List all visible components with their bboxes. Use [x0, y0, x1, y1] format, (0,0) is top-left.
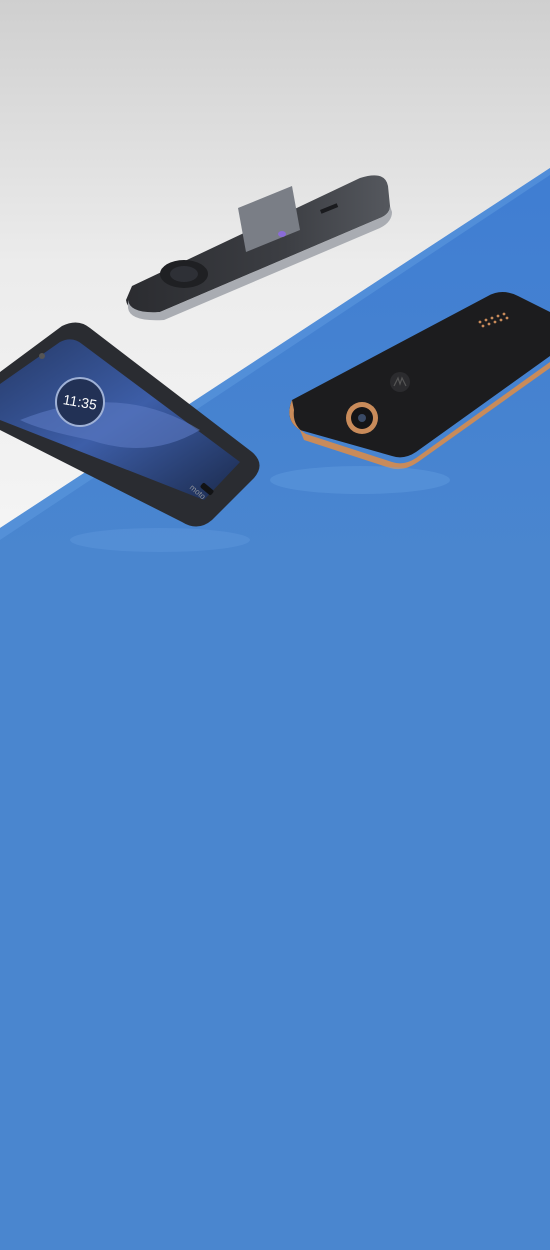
scene-artwork: 11:35 moto [0, 0, 550, 1250]
camera-lens-icon [346, 402, 378, 434]
projector-lens-icon [160, 260, 208, 288]
front-camera-icon [39, 353, 45, 359]
product-scene: 11:35 moto [0, 0, 550, 1250]
motorola-logo-icon [390, 372, 410, 392]
reflection [70, 528, 250, 552]
reflection [270, 466, 450, 494]
